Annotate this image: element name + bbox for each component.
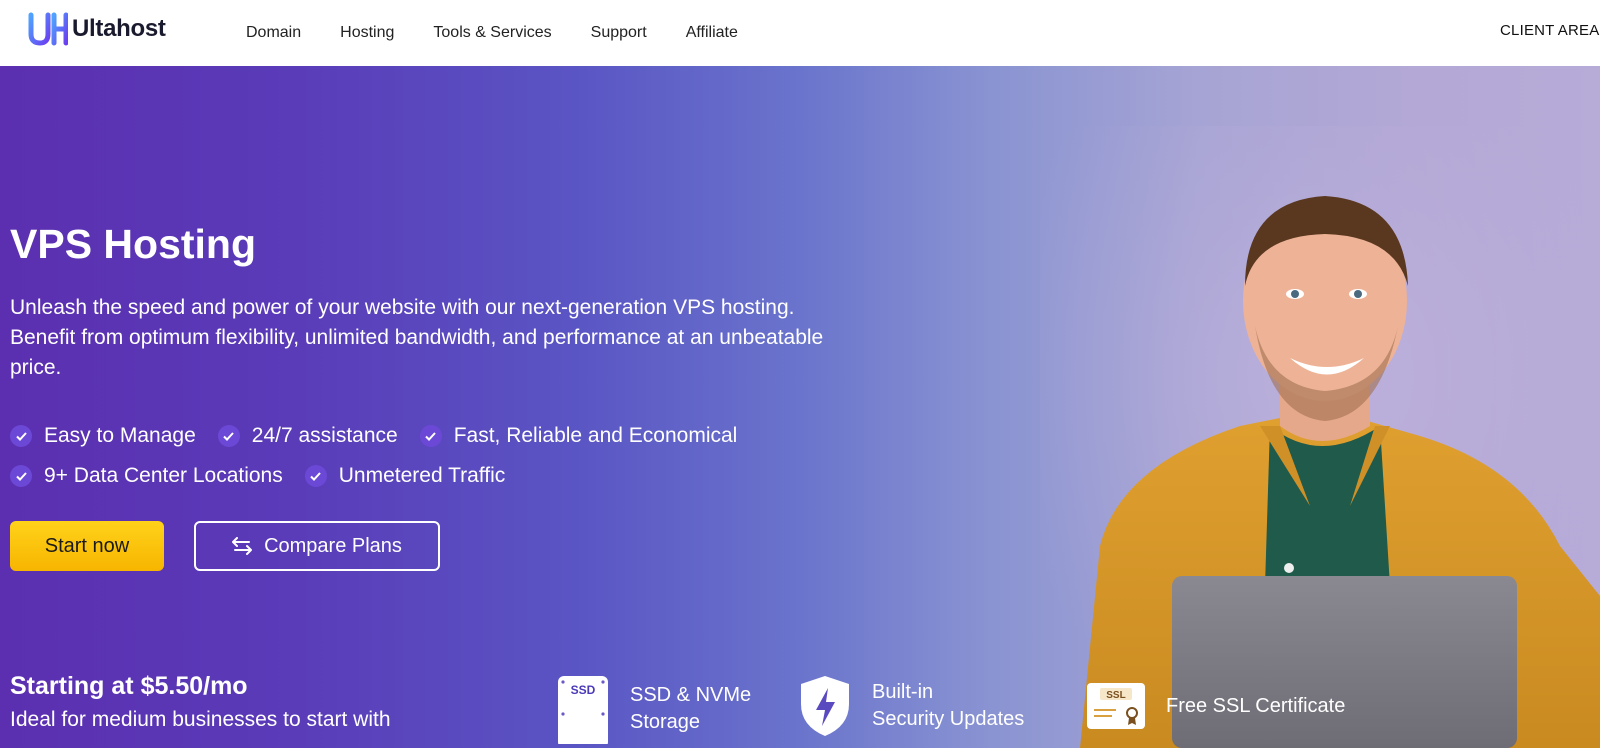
- ideal-for-text: Ideal for medium businesses to start wit…: [10, 708, 391, 731]
- feature-label: Easy to Manage: [44, 424, 196, 447]
- feature-label: 9+ Data Center Locations: [44, 464, 283, 487]
- check-icon: [419, 425, 442, 447]
- feature-item: Fast, Reliable and Economical: [419, 424, 738, 448]
- check-icon: [304, 465, 327, 487]
- feature-item: Unmetered Traffic: [304, 464, 506, 488]
- starting-price: Starting at $5.50/mo: [10, 672, 248, 700]
- nav-affiliate[interactable]: Affiliate: [686, 24, 738, 42]
- ssd-label: SSD & NVMe Storage: [630, 682, 751, 736]
- security-label-line1: Built-in: [872, 681, 934, 703]
- hero-section: VPS Hosting Unleash the speed and power …: [0, 66, 1600, 748]
- check-icon: [217, 425, 240, 447]
- nav-domain[interactable]: Domain: [246, 24, 301, 42]
- site-header: Ultahost Domain Hosting Tools & Services…: [0, 0, 1600, 66]
- hero-description: Unleash the speed and power of your webs…: [10, 296, 824, 379]
- nav-hosting[interactable]: Hosting: [340, 24, 394, 42]
- brand-logo[interactable]: Ultahost: [28, 12, 166, 46]
- compare-plans-button[interactable]: Compare Plans: [194, 521, 440, 571]
- start-now-button[interactable]: Start now: [10, 521, 164, 571]
- security-updates-badge: Built-in Security Updates: [798, 674, 1024, 738]
- feature-label: 24/7 assistance: [251, 424, 398, 447]
- check-icon: [10, 465, 32, 487]
- client-area-link[interactable]: CLIENT AREA: [1500, 22, 1600, 39]
- shield-bolt-icon: [801, 676, 849, 736]
- swap-arrows-icon: [232, 537, 253, 555]
- ssl-icon-text: SSL: [1106, 690, 1125, 701]
- feature-item: Easy to Manage: [10, 424, 196, 448]
- ssd-label-line2: Storage: [630, 711, 701, 733]
- ssl-certificate-icon: SSL: [1087, 683, 1145, 729]
- hero-person-image: [1040, 126, 1600, 748]
- ssd-storage-badge: SSD SSD & NVMe Storage: [556, 674, 751, 744]
- brand-name: Ultahost: [72, 15, 166, 42]
- ultahost-logo-icon: [28, 12, 68, 46]
- ssd-icon-text: SSD: [571, 683, 596, 697]
- feature-item: 24/7 assistance: [217, 424, 398, 448]
- feature-label: Fast, Reliable and Economical: [453, 424, 738, 447]
- ssd-icon: SSD: [558, 676, 608, 744]
- compare-plans-label: Compare Plans: [264, 534, 402, 557]
- ssl-label: Free SSL Certificate: [1166, 694, 1346, 717]
- main-nav: Domain Hosting Tools & Services Support …: [246, 0, 777, 66]
- security-label: Built-in Security Updates: [872, 679, 1024, 733]
- nav-tools-services[interactable]: Tools & Services: [433, 24, 551, 42]
- feature-list: Easy to Manage 24/7 assistance Fast, Rel…: [10, 416, 759, 496]
- feature-label: Unmetered Traffic: [338, 464, 506, 487]
- check-icon: [10, 425, 32, 447]
- feature-item: 9+ Data Center Locations: [10, 464, 283, 488]
- security-label-line2: Security Updates: [872, 708, 1025, 730]
- page-title: VPS Hosting: [10, 221, 257, 267]
- ssl-certificate-badge: SSL Free SSL Certificate: [1086, 682, 1345, 730]
- nav-support[interactable]: Support: [591, 24, 647, 42]
- ssd-label-line1: SSD & NVMe: [630, 684, 752, 706]
